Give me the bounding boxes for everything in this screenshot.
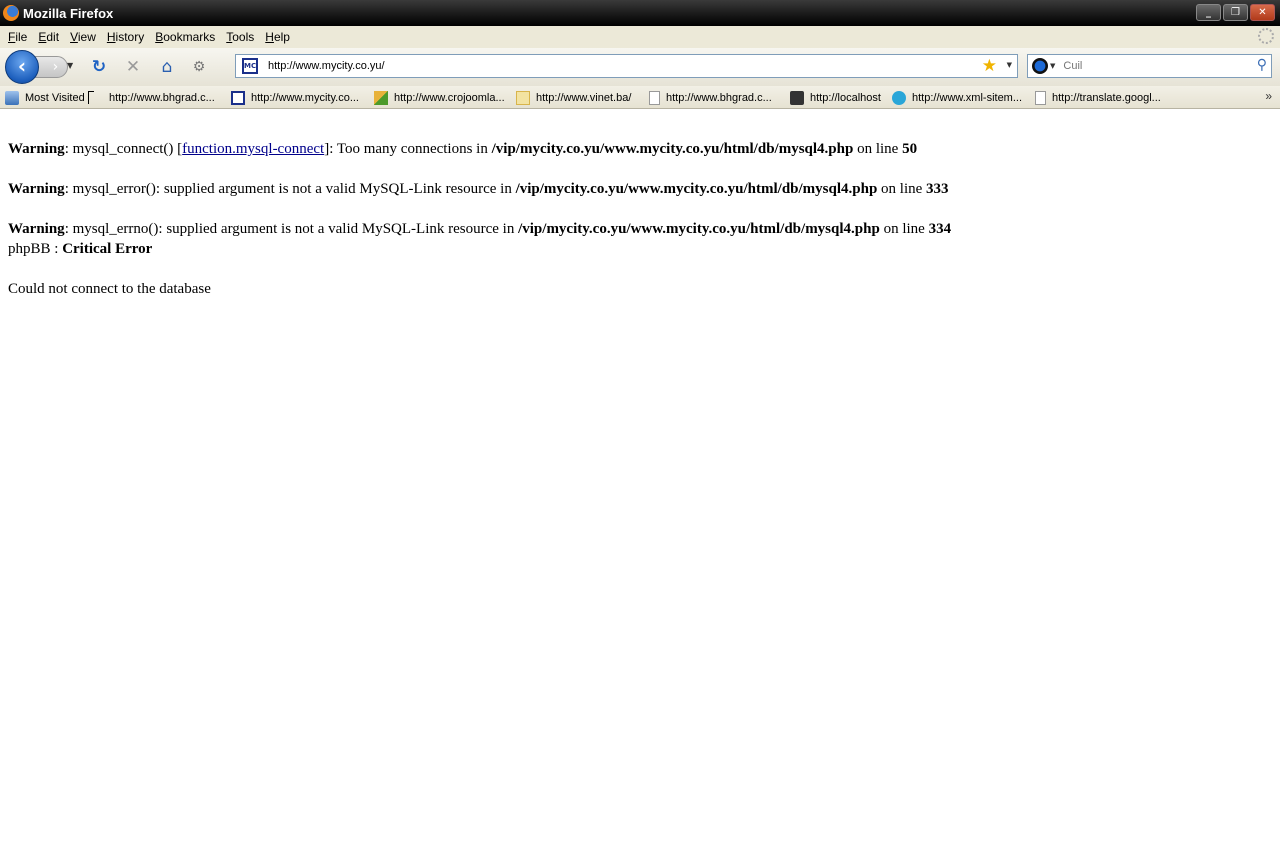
- bookmark-most-visited[interactable]: Most Visited: [5, 90, 85, 106]
- page-icon: [649, 91, 660, 105]
- bookmarks-overflow-icon[interactable]: »: [1265, 89, 1272, 103]
- close-button[interactable]: ✕: [1250, 4, 1275, 21]
- bookmark-item[interactable]: http://www.bhgrad.c...: [649, 90, 772, 106]
- menu-bookmarks[interactable]: Bookmarks: [151, 30, 222, 44]
- url-bar[interactable]: MC http://www.mycity.co.yu/ ★ ▼: [235, 54, 1018, 78]
- menu-help[interactable]: Help: [261, 30, 297, 44]
- error-message: Could not connect to the database: [8, 281, 211, 297]
- history-dropdown-icon[interactable]: ▼: [67, 61, 73, 70]
- minimize-button[interactable]: _: [1196, 4, 1221, 21]
- reload-icon[interactable]: ↻: [88, 56, 110, 78]
- engine-dropdown-icon[interactable]: ▼: [1050, 62, 1055, 70]
- window-title: Mozilla Firefox: [23, 5, 114, 21]
- bookmark-item[interactable]: http://www.crojoomla...: [374, 90, 505, 106]
- forward-button[interactable]: ›: [34, 56, 68, 78]
- title-bar: Mozilla Firefox _ ❐ ✕: [0, 0, 1280, 26]
- menu-view[interactable]: View: [66, 30, 103, 44]
- menu-file[interactable]: File: [4, 30, 34, 44]
- function-link[interactable]: function.mysql-connect: [182, 141, 324, 157]
- xml-sitemap-icon: [892, 91, 906, 105]
- bookmark-item[interactable]: http://www.xml-sitem...: [892, 90, 1022, 106]
- url-dropdown-icon[interactable]: ▼: [1007, 61, 1012, 69]
- menu-edit[interactable]: Edit: [34, 30, 66, 44]
- menu-history[interactable]: History: [103, 30, 151, 44]
- bookmark-item[interactable]: http://localhost: [790, 90, 881, 106]
- bookmark-separator: [88, 91, 94, 104]
- restore-button[interactable]: ❐: [1223, 4, 1248, 21]
- search-icon[interactable]: ⚲: [1257, 57, 1267, 73]
- crojoomla-icon: [374, 91, 388, 105]
- menu-tools[interactable]: Tools: [222, 30, 261, 44]
- page-icon: [1035, 91, 1046, 105]
- warning-line: Warning: mysql_error(): supplied argumen…: [8, 181, 949, 197]
- critical-error-heading: phpBB : Critical Error: [8, 241, 153, 257]
- most-visited-icon: [5, 91, 19, 105]
- extension-icon[interactable]: ⚙: [188, 56, 210, 78]
- search-input[interactable]: [1063, 60, 1244, 72]
- window-controls: _ ❐ ✕: [1196, 4, 1275, 21]
- search-bar[interactable]: ▼ ⚲: [1027, 54, 1272, 78]
- url-text[interactable]: http://www.mycity.co.yu/: [268, 60, 385, 72]
- bookmark-star-icon[interactable]: ★: [982, 56, 997, 76]
- warning-line: Warning: mysql_errno(): supplied argumen…: [8, 221, 952, 237]
- menu-bar: File Edit View History Bookmarks Tools H…: [0, 26, 1280, 48]
- back-button[interactable]: ‹: [5, 50, 39, 84]
- firefox-logo-icon: [3, 5, 19, 21]
- warning-line: Warning: mysql_connect() [function.mysql…: [8, 141, 918, 157]
- bookmark-item[interactable]: http://www.bhgrad.c...: [109, 90, 215, 106]
- vinet-icon: [516, 91, 530, 105]
- bookmarks-toolbar: Most Visited http://www.bhgrad.c... http…: [0, 86, 1280, 109]
- localhost-icon: [790, 91, 804, 105]
- site-favicon-icon: MC: [242, 58, 258, 74]
- mycity-icon: [231, 91, 245, 105]
- home-icon[interactable]: ⌂: [156, 56, 178, 78]
- stop-icon[interactable]: ✕: [122, 56, 144, 78]
- page-content: Warning: mysql_connect() [function.mysql…: [8, 139, 1268, 299]
- search-engine-icon[interactable]: [1032, 58, 1048, 74]
- bookmark-item[interactable]: http://www.vinet.ba/: [516, 90, 631, 106]
- throbber-icon: [1258, 28, 1274, 44]
- bookmark-item[interactable]: http://www.mycity.co...: [231, 90, 359, 106]
- bookmark-item[interactable]: http://translate.googl...: [1035, 90, 1161, 106]
